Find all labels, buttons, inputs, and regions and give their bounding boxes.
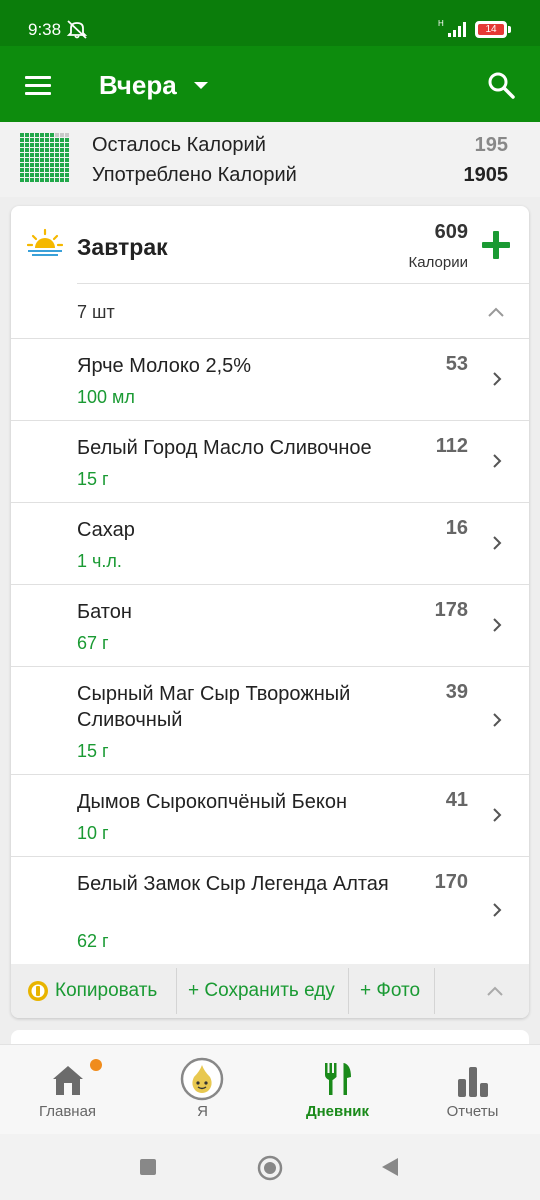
food-item-calories: 178 [434,599,468,621]
nav-reports[interactable]: Отчеты [405,1045,540,1135]
food-item-calories: 53 [445,353,468,375]
food-item-row[interactable]: Белый Город Масло Сливочное 112 15 г [11,421,529,502]
meal-actions-bar: Копировать + Сохранить еду + Фото [11,964,529,1018]
notification-dot [90,1059,102,1071]
food-item-row[interactable]: Белый Замок Сыр Легенда Алтая 170 62 г [11,857,529,964]
signal-icon: H [438,19,466,37]
chevron-right-icon [493,618,502,632]
nav-home[interactable]: Главная [0,1045,135,1135]
food-item-calories: 170 [434,871,468,893]
chevron-right-icon [493,903,502,917]
date-selector-title[interactable]: Вчера [99,70,177,101]
nav-diary-label: Дневник [305,1103,370,1120]
remaining-calories-label: Осталось Калорий [92,134,266,156]
search-icon[interactable] [486,70,516,100]
nav-home-label: Главная [38,1103,97,1120]
chevron-right-icon [493,372,502,386]
meal-calories: 609 [434,221,468,243]
consumed-calories-value: 1905 [463,164,509,186]
top-app-bar: Вчера [0,46,540,122]
divider [77,283,529,284]
chevron-up-icon[interactable] [486,985,504,997]
food-item-row[interactable]: Сырный Маг Сыр Творожный Сливочный 39 15… [11,667,529,774]
food-item-calories: 112 [435,435,468,457]
nav-reports-label: Отчеты [446,1103,499,1120]
sunrise-icon [27,228,63,256]
battery-tip [508,26,511,33]
fork-knife-icon [325,1063,351,1095]
chevron-right-icon [493,454,502,468]
meal-card-breakfast: Завтрак 609 Калории 7 шт Ярче Молоко 2,5… [11,206,529,1018]
hamburger-menu-icon[interactable] [25,76,51,100]
food-item-row[interactable]: Батон 178 67 г [11,585,529,666]
chevron-down-icon[interactable] [194,82,208,89]
food-item-name: Белый Город Масло Сливочное [77,437,372,459]
battery-icon: 14 [475,21,507,38]
food-item-amount: 62 г [77,931,109,951]
food-item-name: Сырный Маг Сыр Творожный Сливочный [77,683,351,731]
calorie-summary: Осталось Калорий 195 Употреблено Калорий… [0,122,540,197]
add-photo-button[interactable]: + Фото [360,980,420,1002]
recents-button[interactable] [140,1159,156,1175]
food-item-row[interactable]: Дымов Сырокопчёный Бекон 41 10 г [11,775,529,856]
system-navigation-bar [0,1134,540,1200]
food-item-name: Ярче Молоко 2,5% [77,355,252,377]
food-item-calories: 41 [445,789,468,811]
battery-level: 14 [478,24,504,35]
copy-button[interactable]: Копировать [55,980,157,1002]
food-item-row[interactable]: Сахар 16 1 ч.л. [11,503,529,584]
divider [434,968,435,1014]
chevron-right-icon [493,808,502,822]
divider [176,968,177,1014]
food-item-amount: 67 г [77,633,109,653]
copy-icon [28,981,48,1001]
item-count: 7 шт [77,302,115,322]
food-item-calories: 16 [445,517,468,539]
food-item-name: Сахар [77,519,135,541]
chevron-right-icon [493,713,502,727]
status-bar: 9:38 H 14 [0,0,540,46]
home-button[interactable] [257,1155,283,1181]
back-button[interactable] [381,1157,399,1177]
meal-calories-label: Калории [408,254,468,271]
meal-title: Завтрак [77,234,168,260]
calorie-grid-icon [20,133,69,182]
food-item-name: Белый Замок Сыр Легенда Алтая [77,873,389,895]
food-item-calories: 39 [445,681,468,703]
consumed-calories-label: Употреблено Калорий [92,164,297,186]
food-item-amount: 15 г [77,469,109,489]
divider [348,968,349,1014]
food-item-name: Дымов Сырокопчёный Бекон [77,791,348,813]
notifications-off-icon [66,20,88,39]
home-icon [53,1066,83,1095]
food-item-name: Батон [77,601,132,623]
onion-avatar-icon [180,1057,224,1101]
food-item-row[interactable]: Ярче Молоко 2,5% 53 100 мл [11,339,529,420]
chevron-up-icon[interactable] [487,306,505,318]
status-time: 9:38 [28,20,62,39]
food-item-amount: 10 г [77,823,109,843]
food-item-amount: 15 г [77,741,109,761]
bottom-navigation: Главная Я Дневник Отчеты [0,1044,540,1134]
remaining-calories-value: 195 [474,134,508,156]
chevron-right-icon [493,536,502,550]
bar-chart-icon [458,1067,488,1097]
nav-profile[interactable]: Я [135,1045,270,1135]
save-food-button[interactable]: + Сохранить еду [188,980,335,1002]
nav-diary[interactable]: Дневник [270,1045,405,1135]
food-item-amount: 1 ч.л. [77,551,122,571]
add-food-button[interactable] [481,230,511,260]
food-item-amount: 100 мл [77,387,135,407]
nav-profile-label: Я [197,1103,208,1120]
svg-text:H: H [438,19,444,28]
